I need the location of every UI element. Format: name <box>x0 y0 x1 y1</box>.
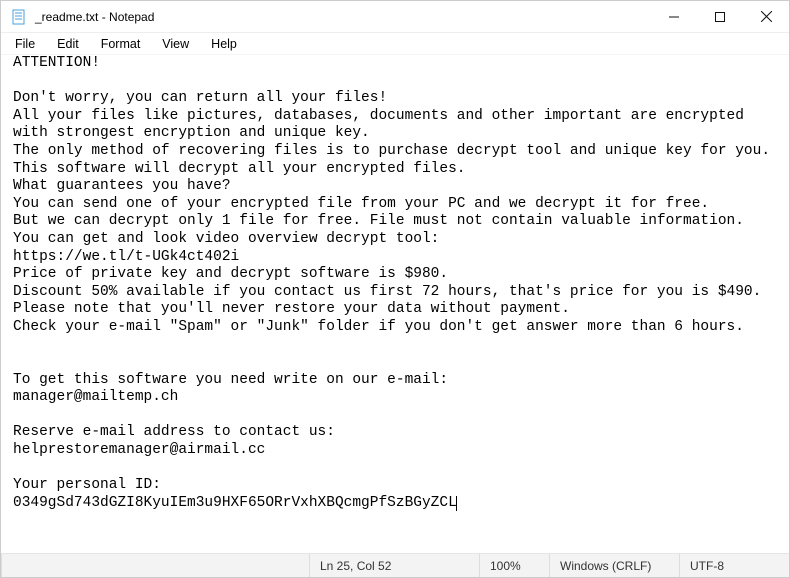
status-caret-position: Ln 25, Col 52 <box>309 554 479 577</box>
status-line-ending: Windows (CRLF) <box>549 554 679 577</box>
menu-edit[interactable]: Edit <box>47 35 89 53</box>
statusbar-spacer <box>1 554 309 577</box>
menubar: File Edit Format View Help <box>1 33 789 55</box>
menu-view[interactable]: View <box>152 35 199 53</box>
notepad-icon <box>9 7 29 27</box>
document-text: ATTENTION! Don't worry, you can return a… <box>13 55 770 511</box>
minimize-button[interactable] <box>651 1 697 32</box>
maximize-button[interactable] <box>697 1 743 32</box>
text-caret <box>456 496 457 511</box>
close-button[interactable] <box>743 1 789 32</box>
statusbar: Ln 25, Col 52 100% Windows (CRLF) UTF-8 <box>1 553 789 577</box>
menu-help[interactable]: Help <box>201 35 247 53</box>
window-title: _readme.txt - Notepad <box>35 10 154 24</box>
status-encoding: UTF-8 <box>679 554 789 577</box>
titlebar: _readme.txt - Notepad <box>1 1 789 33</box>
menu-format[interactable]: Format <box>91 35 151 53</box>
menu-file[interactable]: File <box>5 35 45 53</box>
status-zoom[interactable]: 100% <box>479 554 549 577</box>
text-editor-area[interactable]: ATTENTION! Don't worry, you can return a… <box>1 55 789 555</box>
window-controls <box>651 1 789 32</box>
